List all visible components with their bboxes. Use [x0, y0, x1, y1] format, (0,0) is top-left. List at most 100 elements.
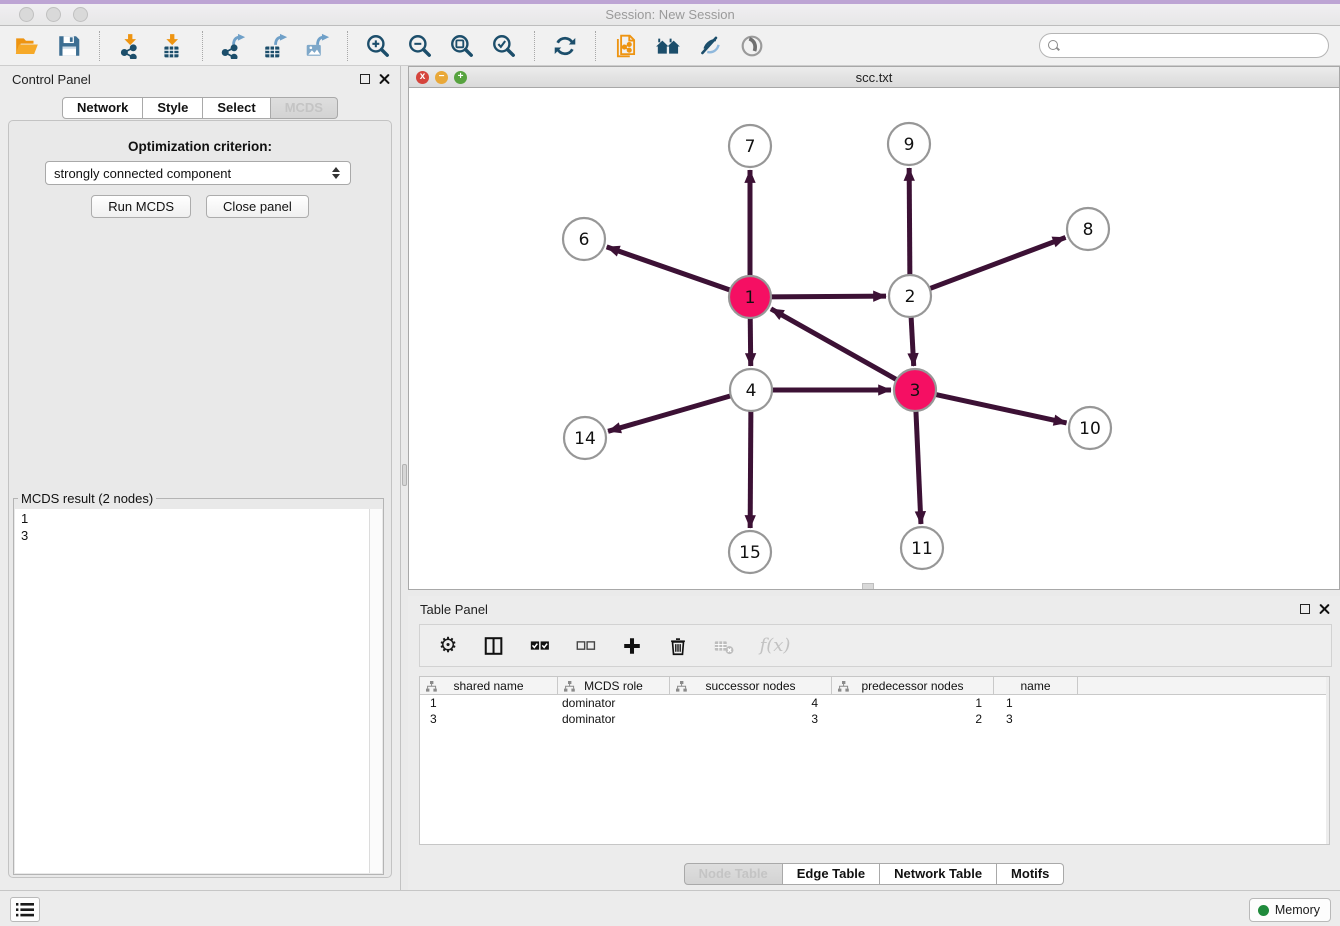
add-row-icon[interactable] [620, 634, 644, 658]
table-cell[interactable]: 2 [832, 711, 994, 727]
deselect-all-columns-icon[interactable] [574, 634, 598, 658]
graph-node-1[interactable]: 1 [729, 276, 771, 318]
table-cell[interactable]: 3 [670, 711, 832, 727]
graph-node-10[interactable]: 10 [1069, 407, 1111, 449]
export-image-icon[interactable] [296, 30, 338, 62]
table-cell[interactable]: 3 [420, 711, 558, 727]
hide-graphics-icon[interactable] [731, 30, 773, 62]
network-window-zoom-icon[interactable]: + [454, 71, 467, 84]
memory-status-icon [1258, 905, 1269, 916]
tab-node-table[interactable]: Node Table [684, 863, 783, 885]
graph-node-8[interactable]: 8 [1067, 208, 1109, 250]
zoom-out-icon[interactable] [399, 30, 441, 62]
close-panel-icon[interactable] [379, 73, 390, 84]
network-window-close-icon[interactable]: x [416, 71, 429, 84]
tab-motifs[interactable]: Motifs [997, 863, 1064, 885]
graph-node-4[interactable]: 4 [730, 369, 772, 411]
tab-select[interactable]: Select [203, 97, 270, 119]
attribute-tree-icon [676, 681, 687, 692]
splitter-grip[interactable] [402, 464, 407, 486]
result-scrollbar[interactable] [369, 509, 382, 873]
table-toolbar: ⚙ f(x) [419, 624, 1332, 667]
tab-edge-table[interactable]: Edge Table [783, 863, 880, 885]
edge-1-6[interactable] [607, 247, 732, 291]
table-header-row: shared nameMCDS rolesuccessor nodesprede… [420, 677, 1329, 695]
import-network-icon[interactable] [109, 30, 151, 62]
column-header-shared-name[interactable]: shared name [420, 677, 558, 695]
graph-node-11[interactable]: 11 [901, 527, 943, 569]
tab-network[interactable]: Network [62, 97, 143, 119]
graph-node-14[interactable]: 14 [564, 417, 606, 459]
table-cell[interactable]: dominator [558, 711, 670, 727]
table-cell[interactable]: 4 [670, 695, 832, 711]
select-all-columns-icon[interactable] [528, 634, 552, 658]
canvas-divider-grip[interactable] [862, 583, 874, 589]
edge-3-1[interactable] [771, 309, 899, 381]
edge-1-4[interactable] [750, 316, 751, 366]
float-table-panel-icon[interactable] [1300, 604, 1310, 614]
export-table-icon[interactable] [254, 30, 296, 62]
delete-row-icon[interactable] [666, 634, 690, 658]
column-header-successor-nodes[interactable]: successor nodes [670, 677, 832, 695]
vertical-splitter[interactable] [401, 66, 408, 890]
search-icon [1048, 40, 1059, 51]
open-file-icon[interactable] [6, 30, 48, 62]
memory-button[interactable]: Memory [1249, 898, 1331, 922]
table-cell[interactable]: 1 [420, 695, 558, 711]
close-panel-button[interactable]: Close panel [206, 195, 309, 218]
edge-3-11[interactable] [916, 409, 921, 524]
save-session-icon[interactable] [48, 30, 90, 62]
network-window-minimize-icon[interactable]: − [435, 71, 448, 84]
float-panel-icon[interactable] [360, 74, 370, 84]
mcds-result-area[interactable]: 1 3 [15, 509, 382, 873]
table-cell[interactable]: 1 [832, 695, 994, 711]
search-input[interactable] [1065, 36, 1328, 56]
edge-2-8[interactable] [928, 237, 1066, 289]
edge-1-2[interactable] [769, 296, 886, 297]
run-mcds-button[interactable]: Run MCDS [91, 195, 191, 218]
network-canvas-svg: 7 9 6 8 1 2 4 3 14 10 15 11 [409, 88, 1339, 589]
open-ndex-icon[interactable] [605, 30, 647, 62]
zoom-fit-icon[interactable] [441, 30, 483, 62]
table-cell[interactable]: 1 [994, 695, 1078, 711]
edge-4-14[interactable] [608, 395, 733, 431]
zoom-in-icon[interactable] [357, 30, 399, 62]
graph-node-7[interactable]: 7 [729, 125, 771, 167]
column-header-predecessor-nodes[interactable]: predecessor nodes [832, 677, 994, 695]
edge-3-10[interactable] [934, 394, 1067, 423]
table-options-icon[interactable]: ⚙ [436, 634, 460, 658]
column-header-MCDS-role[interactable]: MCDS role [558, 677, 670, 695]
refresh-layout-icon[interactable] [544, 30, 586, 62]
import-table-icon[interactable] [151, 30, 193, 62]
svg-text:1: 1 [745, 288, 756, 308]
tab-mcds[interactable]: MCDS [271, 97, 338, 119]
graph-node-9[interactable]: 9 [888, 123, 930, 165]
criterion-dropdown[interactable]: strongly connected component [45, 161, 351, 185]
graph-node-6[interactable]: 6 [563, 218, 605, 260]
toolbar-separator [534, 31, 535, 61]
table-cell[interactable]: 3 [994, 711, 1078, 727]
task-history-button[interactable] [10, 897, 40, 922]
graph-node-15[interactable]: 15 [729, 531, 771, 573]
graph-node-3[interactable]: 3 [894, 369, 936, 411]
show-columns-icon[interactable] [482, 634, 506, 658]
search-field[interactable] [1039, 33, 1329, 58]
graph-node-2[interactable]: 2 [889, 275, 931, 317]
dropdown-stepper-icon [332, 167, 340, 179]
cyndex-save-icon[interactable] [689, 30, 731, 62]
close-table-panel-icon[interactable] [1319, 603, 1330, 614]
network-canvas[interactable]: 7 9 6 8 1 2 4 3 14 10 15 11 [408, 88, 1340, 590]
edge-2-3[interactable] [911, 315, 914, 366]
edge-4-15[interactable] [750, 409, 751, 528]
edge-2-9[interactable] [909, 168, 910, 277]
table-scrollbar[interactable] [1326, 677, 1329, 844]
column-header-name[interactable]: name [994, 677, 1078, 695]
svg-text:15: 15 [739, 543, 761, 563]
zoom-selected-icon[interactable] [483, 30, 525, 62]
table-cell[interactable]: dominator [558, 695, 670, 711]
tab-style[interactable]: Style [143, 97, 203, 119]
svg-text:2: 2 [905, 287, 916, 307]
home-network-icon[interactable] [647, 30, 689, 62]
tab-network-table[interactable]: Network Table [880, 863, 997, 885]
export-network-icon[interactable] [212, 30, 254, 62]
